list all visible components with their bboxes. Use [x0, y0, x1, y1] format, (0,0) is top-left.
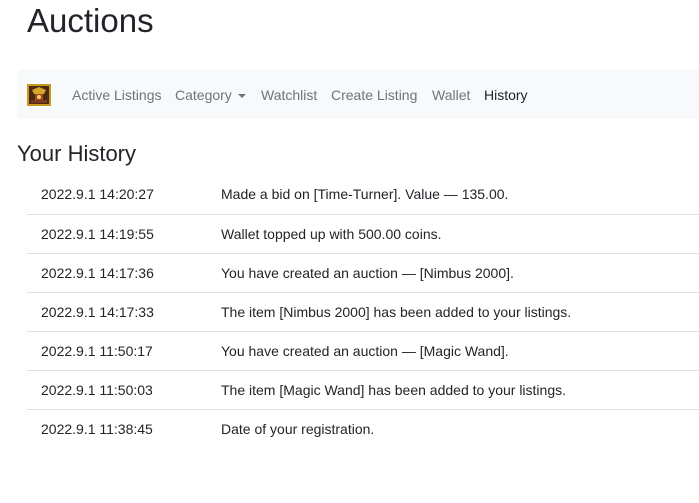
- history-time: 2022.9.1 14:20:27: [41, 186, 154, 202]
- nav-category-dropdown[interactable]: Category: [175, 69, 246, 119]
- nav-active-listings[interactable]: Active Listings: [72, 69, 161, 119]
- history-event: You have created an auction — [Magic Wan…: [221, 343, 509, 359]
- table-row: 2022.9.1 14:19:55 Wallet topped up with …: [27, 214, 699, 253]
- history-event: Wallet topped up with 500.00 coins.: [221, 226, 442, 242]
- history-time: 2022.9.1 14:17:33: [41, 304, 154, 320]
- history-event: You have created an auction — [Nimbus 20…: [221, 265, 514, 281]
- table-row: 2022.9.1 14:17:33 The item [Nimbus 2000]…: [27, 292, 699, 331]
- nav-category-label: Category: [175, 87, 232, 103]
- history-event: The item [Nimbus 2000] has been added to…: [221, 304, 572, 320]
- navbar: Active Listings Category Watchlist Creat…: [17, 69, 699, 119]
- page-title: Auctions: [27, 2, 154, 39]
- chevron-down-icon: [237, 94, 246, 98]
- history-time: 2022.9.1 11:50:03: [41, 382, 153, 398]
- history-event: The item [Magic Wand] has been added to …: [221, 382, 566, 398]
- table-row: 2022.9.1 11:50:03 The item [Magic Wand] …: [27, 370, 699, 409]
- auction-logo-icon[interactable]: [27, 84, 51, 106]
- nav-create-listing[interactable]: Create Listing: [331, 69, 417, 119]
- history-heading: Your History: [17, 141, 137, 166]
- table-row: 2022.9.1 14:20:27 Made a bid on [Time-Tu…: [27, 175, 699, 214]
- history-time: 2022.9.1 14:19:55: [41, 226, 154, 242]
- table-row: 2022.9.1 11:38:45 Date of your registrat…: [27, 409, 699, 448]
- history-event: Made a bid on [Time-Turner]. Value — 135…: [221, 186, 509, 202]
- nav-wallet[interactable]: Wallet: [432, 69, 470, 119]
- history-time: 2022.9.1 11:38:45: [41, 421, 153, 437]
- nav-watchlist[interactable]: Watchlist: [261, 69, 317, 119]
- table-row: 2022.9.1 11:50:17 You have created an au…: [27, 331, 699, 370]
- history-time: 2022.9.1 11:50:17: [41, 343, 153, 359]
- nav-history[interactable]: History: [484, 69, 528, 119]
- history-table: 2022.9.1 14:20:27 Made a bid on [Time-Tu…: [27, 175, 699, 448]
- table-row: 2022.9.1 14:17:36 You have created an au…: [27, 253, 699, 292]
- history-event: Date of your registration.: [221, 421, 375, 437]
- history-time: 2022.9.1 14:17:36: [41, 265, 154, 281]
